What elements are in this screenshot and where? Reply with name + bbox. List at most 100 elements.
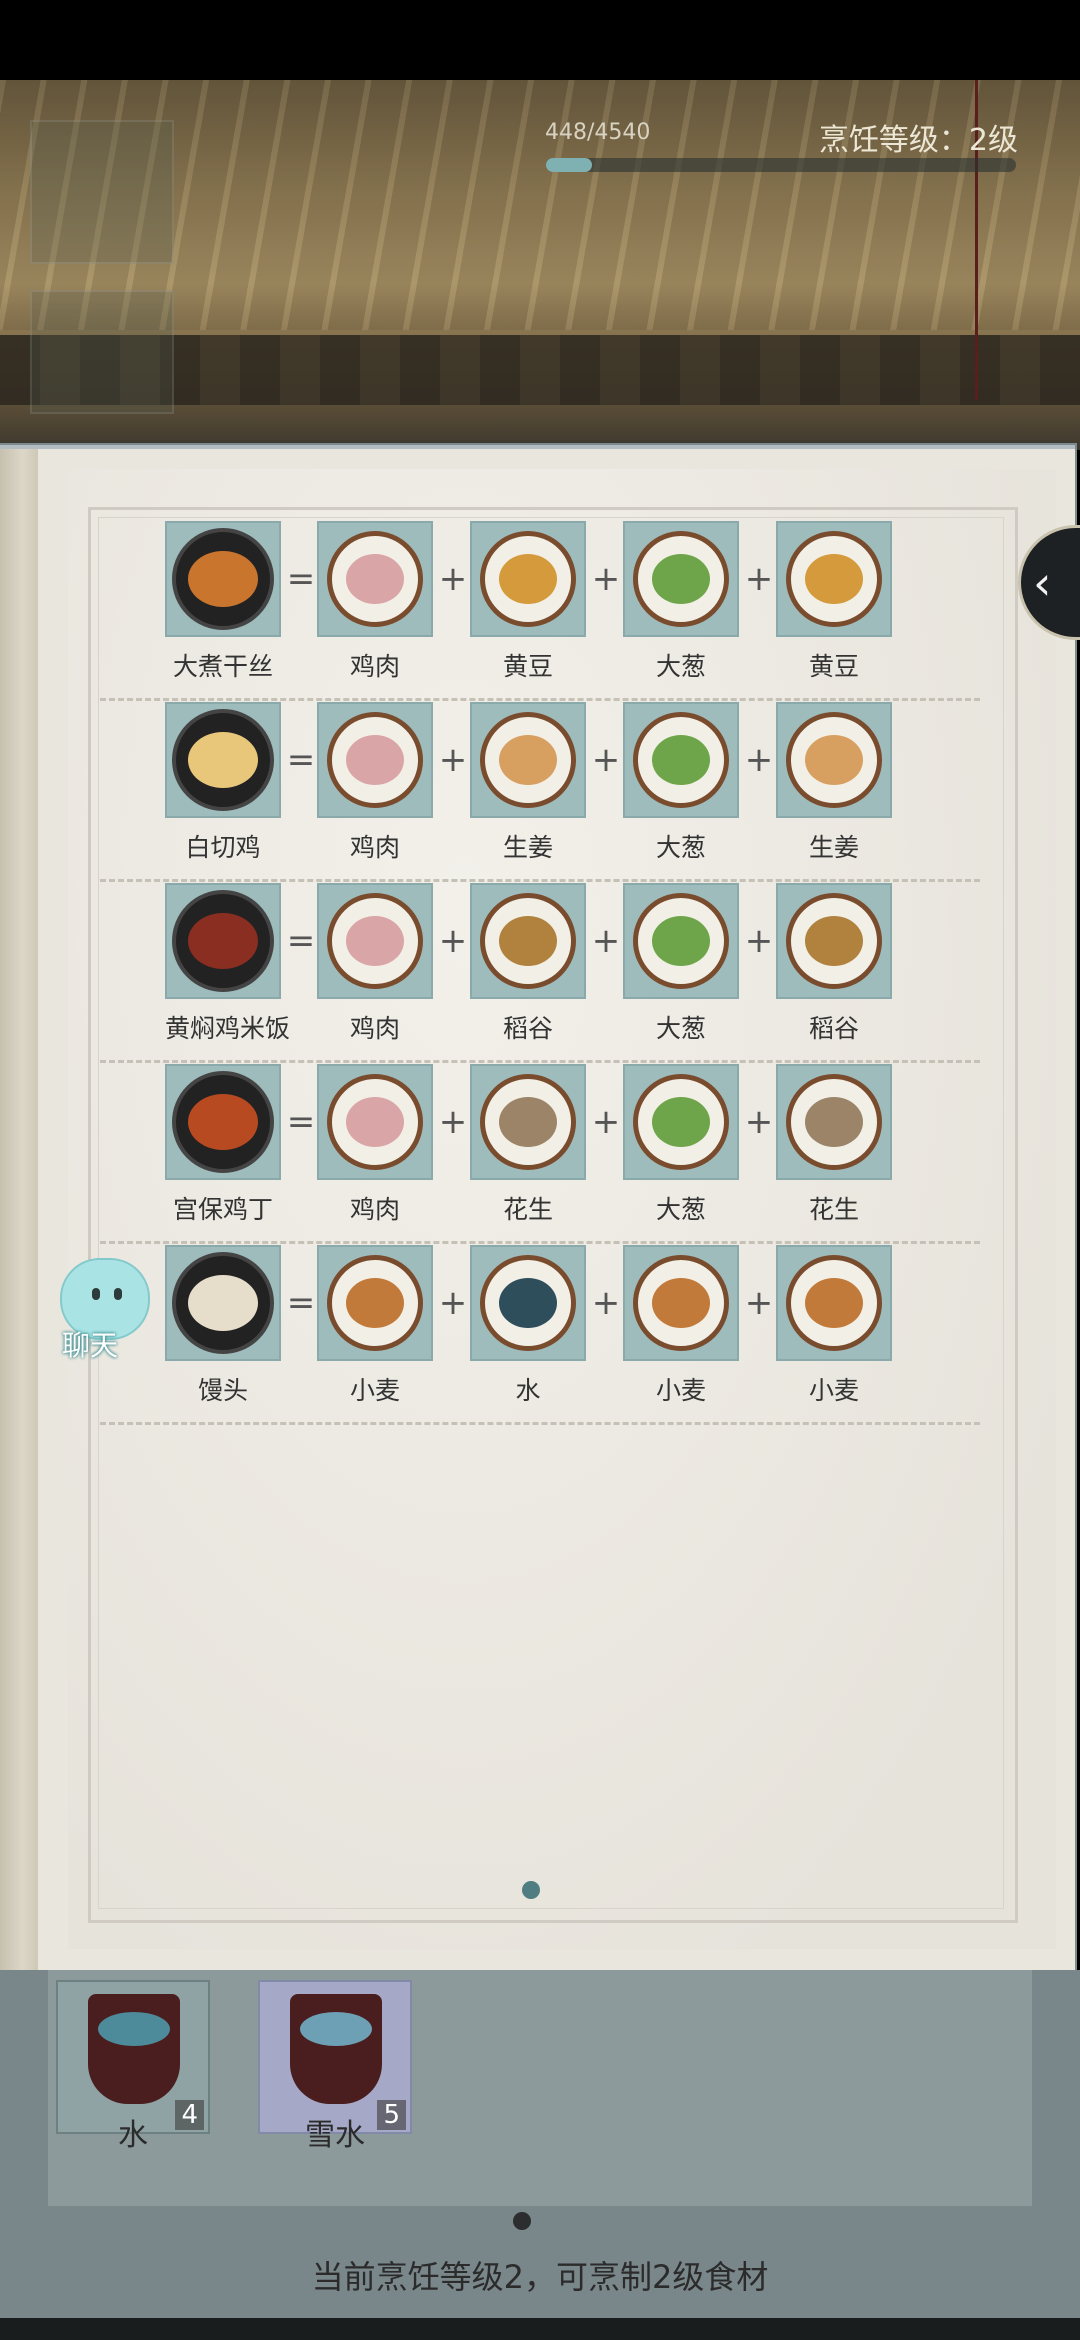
ingredient-icon — [776, 702, 892, 818]
plus-sign: + — [438, 559, 468, 599]
recipe-ingredient[interactable]: 稻谷 — [470, 883, 586, 1045]
inventory-grid: 4 水 5 雪水 — [48, 1970, 1032, 2206]
ingredient-name: 稻谷 — [502, 1014, 553, 1043]
equals-sign: = — [286, 559, 316, 599]
ingredient-name: 小麦 — [655, 1376, 706, 1405]
plus-sign: + — [744, 740, 774, 780]
ingredient-name: 小麦 — [349, 1376, 400, 1405]
recipe-ingredient[interactable]: 花生 — [776, 1064, 892, 1226]
ingredient-icon — [623, 1245, 739, 1361]
ingredient-name: 小麦 — [808, 1376, 859, 1405]
ingredient-name: 大葱 — [655, 652, 706, 681]
recipe-ingredient[interactable]: 鸡肉 — [317, 521, 433, 683]
ingredient-name: 黄豆 — [808, 652, 859, 681]
recipe-ingredient[interactable]: 花生 — [470, 1064, 586, 1226]
ingredient-icon — [317, 1064, 433, 1180]
row-divider — [100, 1060, 980, 1063]
plus-sign: + — [438, 1283, 468, 1323]
chat-label: 聊天 — [62, 1329, 119, 1362]
recipe-ingredient[interactable]: 大葱 — [623, 883, 739, 1045]
recipe-dish[interactable]: 大煮干丝 — [165, 521, 281, 683]
row-divider — [100, 1241, 980, 1244]
recipe-dish[interactable]: 馒头 — [165, 1245, 281, 1407]
recipe-ingredient[interactable]: 水 — [470, 1245, 586, 1407]
ingredient-name: 生姜 — [808, 833, 859, 862]
recipe-ingredient[interactable]: 稻谷 — [776, 883, 892, 1045]
recipe-dish[interactable]: 黄焖鸡米饭 — [165, 883, 290, 1045]
ingredient-icon — [623, 702, 739, 818]
recipe-ingredient[interactable]: 鸡肉 — [317, 883, 433, 1045]
recipe-ingredient[interactable]: 大葱 — [623, 702, 739, 864]
cooking-level: 烹饪等级：2级 — [818, 123, 1018, 158]
recipe-ingredient[interactable]: 大葱 — [623, 1064, 739, 1226]
ingredient-icon — [470, 883, 586, 999]
recipe-row: 馒头 小麦 水 小麦 小麦 = + + + — [100, 1245, 980, 1425]
plus-sign: + — [591, 559, 621, 599]
dish-icon — [165, 883, 281, 999]
plus-sign: + — [591, 1102, 621, 1142]
ingredient-icon — [317, 702, 433, 818]
ingredient-name: 花生 — [502, 1195, 553, 1224]
ingredient-icon — [623, 883, 739, 999]
experience-bar — [546, 158, 1016, 172]
dish-name: 宫保鸡丁 — [172, 1195, 273, 1224]
experience-bar-fill — [546, 158, 593, 172]
recipe-ingredient[interactable]: 小麦 — [317, 1245, 433, 1407]
status-bar — [0, 0, 1080, 80]
dish-name: 白切鸡 — [185, 833, 261, 862]
ingredient-name: 花生 — [808, 1195, 859, 1224]
plus-sign: + — [438, 921, 468, 961]
recipe-dish[interactable]: 白切鸡 — [165, 702, 281, 864]
recipe-ingredient[interactable]: 生姜 — [470, 702, 586, 864]
plus-sign: + — [744, 559, 774, 599]
recipe-book: 大煮干丝 鸡肉 黄豆 大葱 黄豆 = + + + 白切鸡 鸡肉 生姜 大葱 生姜 = + + + 黄焖鸡米饭 鸡肉 稻谷… — [0, 445, 1075, 1978]
equals-sign: = — [286, 740, 316, 780]
ingredient-icon — [623, 521, 739, 637]
recipe-row: 宫保鸡丁 鸡肉 花生 大葱 花生 = + + + — [100, 1064, 980, 1244]
recipe-ingredient[interactable]: 黄豆 — [776, 521, 892, 683]
ingredient-icon — [470, 521, 586, 637]
dish-icon — [165, 1245, 281, 1361]
chat-eye-right — [114, 1288, 122, 1300]
ingredient-name: 鸡肉 — [349, 1014, 400, 1043]
chat-button[interactable]: 聊天 — [42, 1258, 152, 1362]
ingredient-icon — [776, 521, 892, 637]
plus-sign: + — [438, 1102, 468, 1142]
plus-sign: + — [591, 1283, 621, 1323]
recipe-dish[interactable]: 宫保鸡丁 — [165, 1064, 281, 1226]
dish-icon — [165, 521, 281, 637]
scene-panel-top — [30, 120, 174, 264]
row-divider — [100, 879, 980, 882]
page-indicator-dot[interactable] — [522, 1881, 540, 1899]
bottom-edge — [0, 2318, 1080, 2340]
ingredient-icon — [470, 1245, 586, 1361]
ingredient-name: 黄豆 — [502, 652, 553, 681]
recipe-ingredient[interactable]: 鸡肉 — [317, 1064, 433, 1226]
ingredient-name: 大葱 — [655, 1014, 706, 1043]
dish-name: 大煮干丝 — [172, 652, 273, 681]
recipe-ingredient[interactable]: 小麦 — [623, 1245, 739, 1407]
ingredient-icon — [776, 1245, 892, 1361]
ingredient-icon — [317, 1245, 433, 1361]
ingredient-icon — [623, 1064, 739, 1180]
water-bucket-icon — [88, 1994, 180, 2104]
recipe-row: 大煮干丝 鸡肉 黄豆 大葱 黄豆 = + + + — [100, 521, 980, 701]
equals-sign: = — [286, 1283, 316, 1323]
inventory-page-dot[interactable] — [513, 2212, 531, 2230]
recipe-ingredient[interactable]: 小麦 — [776, 1245, 892, 1407]
scene-panel-bottom — [30, 290, 174, 414]
ingredient-icon — [470, 1064, 586, 1180]
ingredient-name: 生姜 — [502, 833, 553, 862]
recipe-ingredient[interactable]: 鸡肉 — [317, 702, 433, 864]
recipe-ingredient[interactable]: 黄豆 — [470, 521, 586, 683]
plus-sign: + — [438, 740, 468, 780]
plus-sign: + — [591, 740, 621, 780]
recipe-ingredient[interactable]: 生姜 — [776, 702, 892, 864]
ingredient-icon — [317, 521, 433, 637]
recipe-ingredient[interactable]: 大葱 — [623, 521, 739, 683]
ingredient-name: 大葱 — [655, 833, 706, 862]
ingredient-name: 水 — [515, 1376, 541, 1405]
plus-sign: + — [744, 1283, 774, 1323]
ingredient-name: 稻谷 — [808, 1014, 859, 1043]
row-divider — [100, 1422, 980, 1425]
